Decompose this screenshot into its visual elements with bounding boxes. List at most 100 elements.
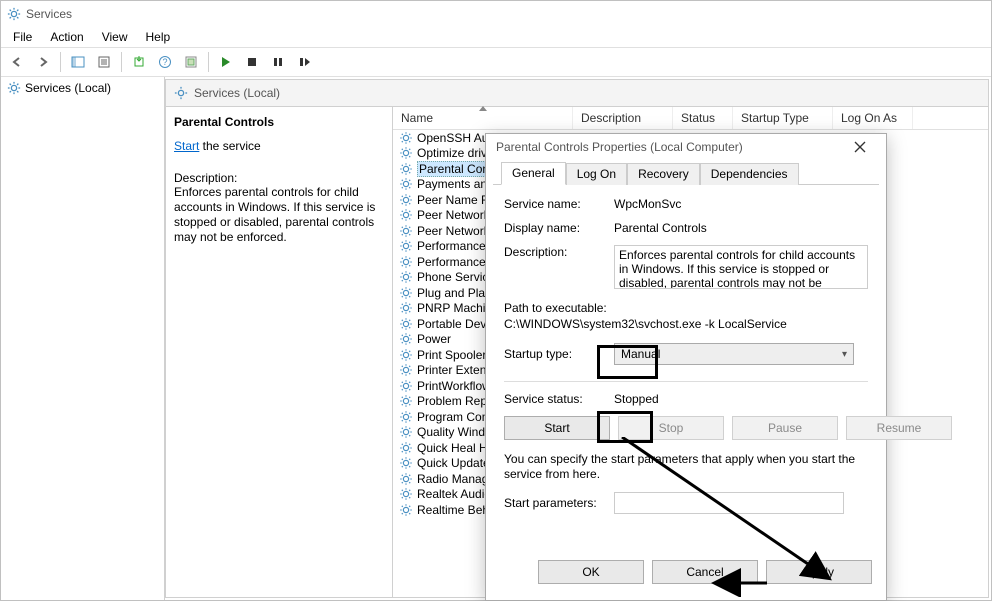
gear-icon bbox=[399, 441, 413, 455]
dialog-close-button[interactable] bbox=[844, 137, 876, 157]
description-label: Description: bbox=[174, 171, 384, 185]
column-header-startup[interactable]: Startup Type bbox=[733, 107, 833, 129]
menu-bar: File Action View Help bbox=[1, 27, 991, 47]
startup-type-select[interactable]: Manual ▾ bbox=[614, 343, 854, 365]
gear-icon bbox=[399, 410, 413, 424]
gear-icon bbox=[399, 208, 413, 222]
label-start-params: Start parameters: bbox=[504, 496, 614, 510]
gear-icon bbox=[399, 146, 413, 160]
apply-button[interactable]: Apply bbox=[766, 560, 872, 584]
dialog-footer: OK Cancel Apply bbox=[486, 554, 886, 600]
service-name-label: Phone Service bbox=[417, 270, 495, 284]
tab-dependencies[interactable]: Dependencies bbox=[700, 163, 799, 185]
restart-service-button[interactable] bbox=[292, 50, 316, 74]
tree-root-label: Services (Local) bbox=[25, 81, 111, 95]
back-button[interactable] bbox=[5, 50, 29, 74]
menu-file[interactable]: File bbox=[5, 28, 40, 46]
menu-help[interactable]: Help bbox=[138, 28, 179, 46]
description-text: Enforces parental controls for child acc… bbox=[174, 185, 384, 245]
toolbar-separator bbox=[60, 52, 61, 72]
show-hide-tree-button[interactable] bbox=[66, 50, 90, 74]
menu-view[interactable]: View bbox=[94, 28, 136, 46]
gear-icon bbox=[399, 162, 413, 176]
gear-icon bbox=[399, 487, 413, 501]
gear-icon bbox=[399, 394, 413, 408]
label-service-status: Service status: bbox=[504, 392, 614, 406]
toolbar-separator bbox=[208, 52, 209, 72]
gear-icon bbox=[399, 270, 413, 284]
refresh-button[interactable] bbox=[179, 50, 203, 74]
menu-action[interactable]: Action bbox=[42, 28, 91, 46]
toolbar: ? bbox=[1, 47, 991, 77]
pause-button[interactable]: Pause bbox=[732, 416, 838, 440]
divider bbox=[504, 381, 868, 382]
column-label-description: Description bbox=[581, 111, 641, 125]
cancel-button[interactable]: Cancel bbox=[652, 560, 758, 584]
gear-icon bbox=[399, 301, 413, 315]
service-name-label: Power bbox=[417, 332, 451, 346]
start-service-line: Start the service bbox=[174, 139, 384, 153]
sort-ascending-icon bbox=[479, 106, 487, 111]
help-button[interactable]: ? bbox=[153, 50, 177, 74]
tree-pane: Services (Local) bbox=[1, 77, 165, 600]
gear-icon bbox=[399, 255, 413, 269]
start-button[interactable]: Start bbox=[504, 416, 610, 440]
label-startup-type: Startup type: bbox=[504, 347, 614, 361]
tab-general[interactable]: General bbox=[501, 162, 566, 185]
services-window: Services File Action View Help ? bbox=[0, 0, 992, 601]
value-service-status: Stopped bbox=[614, 392, 868, 406]
gear-icon bbox=[399, 472, 413, 486]
chevron-down-icon: ▾ bbox=[842, 349, 847, 360]
start-service-button[interactable] bbox=[214, 50, 238, 74]
forward-button[interactable] bbox=[31, 50, 55, 74]
column-header-logon[interactable]: Log On As bbox=[833, 107, 913, 129]
gear-icon bbox=[399, 363, 413, 377]
properties-dialog: Parental Controls Properties (Local Comp… bbox=[485, 133, 887, 601]
gear-icon bbox=[399, 425, 413, 439]
tab-log-on[interactable]: Log On bbox=[566, 163, 627, 185]
gear-icon bbox=[399, 286, 413, 300]
gear-icon bbox=[399, 317, 413, 331]
tree-root-item[interactable]: Services (Local) bbox=[5, 80, 160, 96]
start-params-input[interactable] bbox=[614, 492, 844, 514]
service-name-label: Print Spooler bbox=[417, 348, 486, 362]
detail-pane: Parental Controls Start the service Desc… bbox=[166, 107, 393, 597]
stop-service-button[interactable] bbox=[240, 50, 264, 74]
tab-recovery[interactable]: Recovery bbox=[627, 163, 700, 185]
resume-button[interactable]: Resume bbox=[846, 416, 952, 440]
column-header-description[interactable]: Description bbox=[573, 107, 673, 129]
main-header: Services (Local) bbox=[166, 80, 988, 107]
close-icon bbox=[854, 141, 866, 153]
gear-icon bbox=[399, 503, 413, 517]
column-header-status[interactable]: Status bbox=[673, 107, 733, 129]
ok-button[interactable]: OK bbox=[538, 560, 644, 584]
window-title: Services bbox=[26, 7, 72, 21]
service-name-label: Plug and Play bbox=[417, 286, 491, 300]
value-description[interactable]: Enforces parental controls for child acc… bbox=[614, 245, 868, 289]
value-path: C:\WINDOWS\system32\svchost.exe -k Local… bbox=[504, 317, 868, 331]
column-header-name[interactable]: Name bbox=[393, 107, 573, 129]
export-list-button[interactable] bbox=[127, 50, 151, 74]
value-service-name: WpcMonSvc bbox=[614, 197, 868, 211]
gear-icon bbox=[399, 131, 413, 145]
column-label-name: Name bbox=[401, 111, 433, 125]
start-params-note: You can specify the start parameters tha… bbox=[504, 452, 868, 482]
label-display-name: Display name: bbox=[504, 221, 614, 235]
title-bar: Services bbox=[1, 1, 991, 27]
list-header: Name Description Status Startup Type Log… bbox=[393, 107, 988, 130]
value-display-name: Parental Controls bbox=[614, 221, 868, 235]
gear-icon bbox=[399, 239, 413, 253]
properties-button[interactable] bbox=[92, 50, 116, 74]
gear-icon bbox=[7, 81, 21, 95]
stop-button[interactable]: Stop bbox=[618, 416, 724, 440]
gear-icon bbox=[174, 86, 188, 100]
dialog-tabstrip: General Log On Recovery Dependencies bbox=[493, 160, 879, 185]
gear-icon bbox=[399, 193, 413, 207]
dialog-title-bar: Parental Controls Properties (Local Comp… bbox=[486, 134, 886, 160]
dialog-title-text: Parental Controls Properties (Local Comp… bbox=[496, 140, 743, 154]
start-service-link[interactable]: Start bbox=[174, 139, 199, 153]
dialog-body: Service name: WpcMonSvc Display name: Pa… bbox=[486, 185, 886, 554]
gear-icon bbox=[399, 456, 413, 470]
pause-service-button[interactable] bbox=[266, 50, 290, 74]
label-path: Path to executable: bbox=[504, 301, 868, 315]
